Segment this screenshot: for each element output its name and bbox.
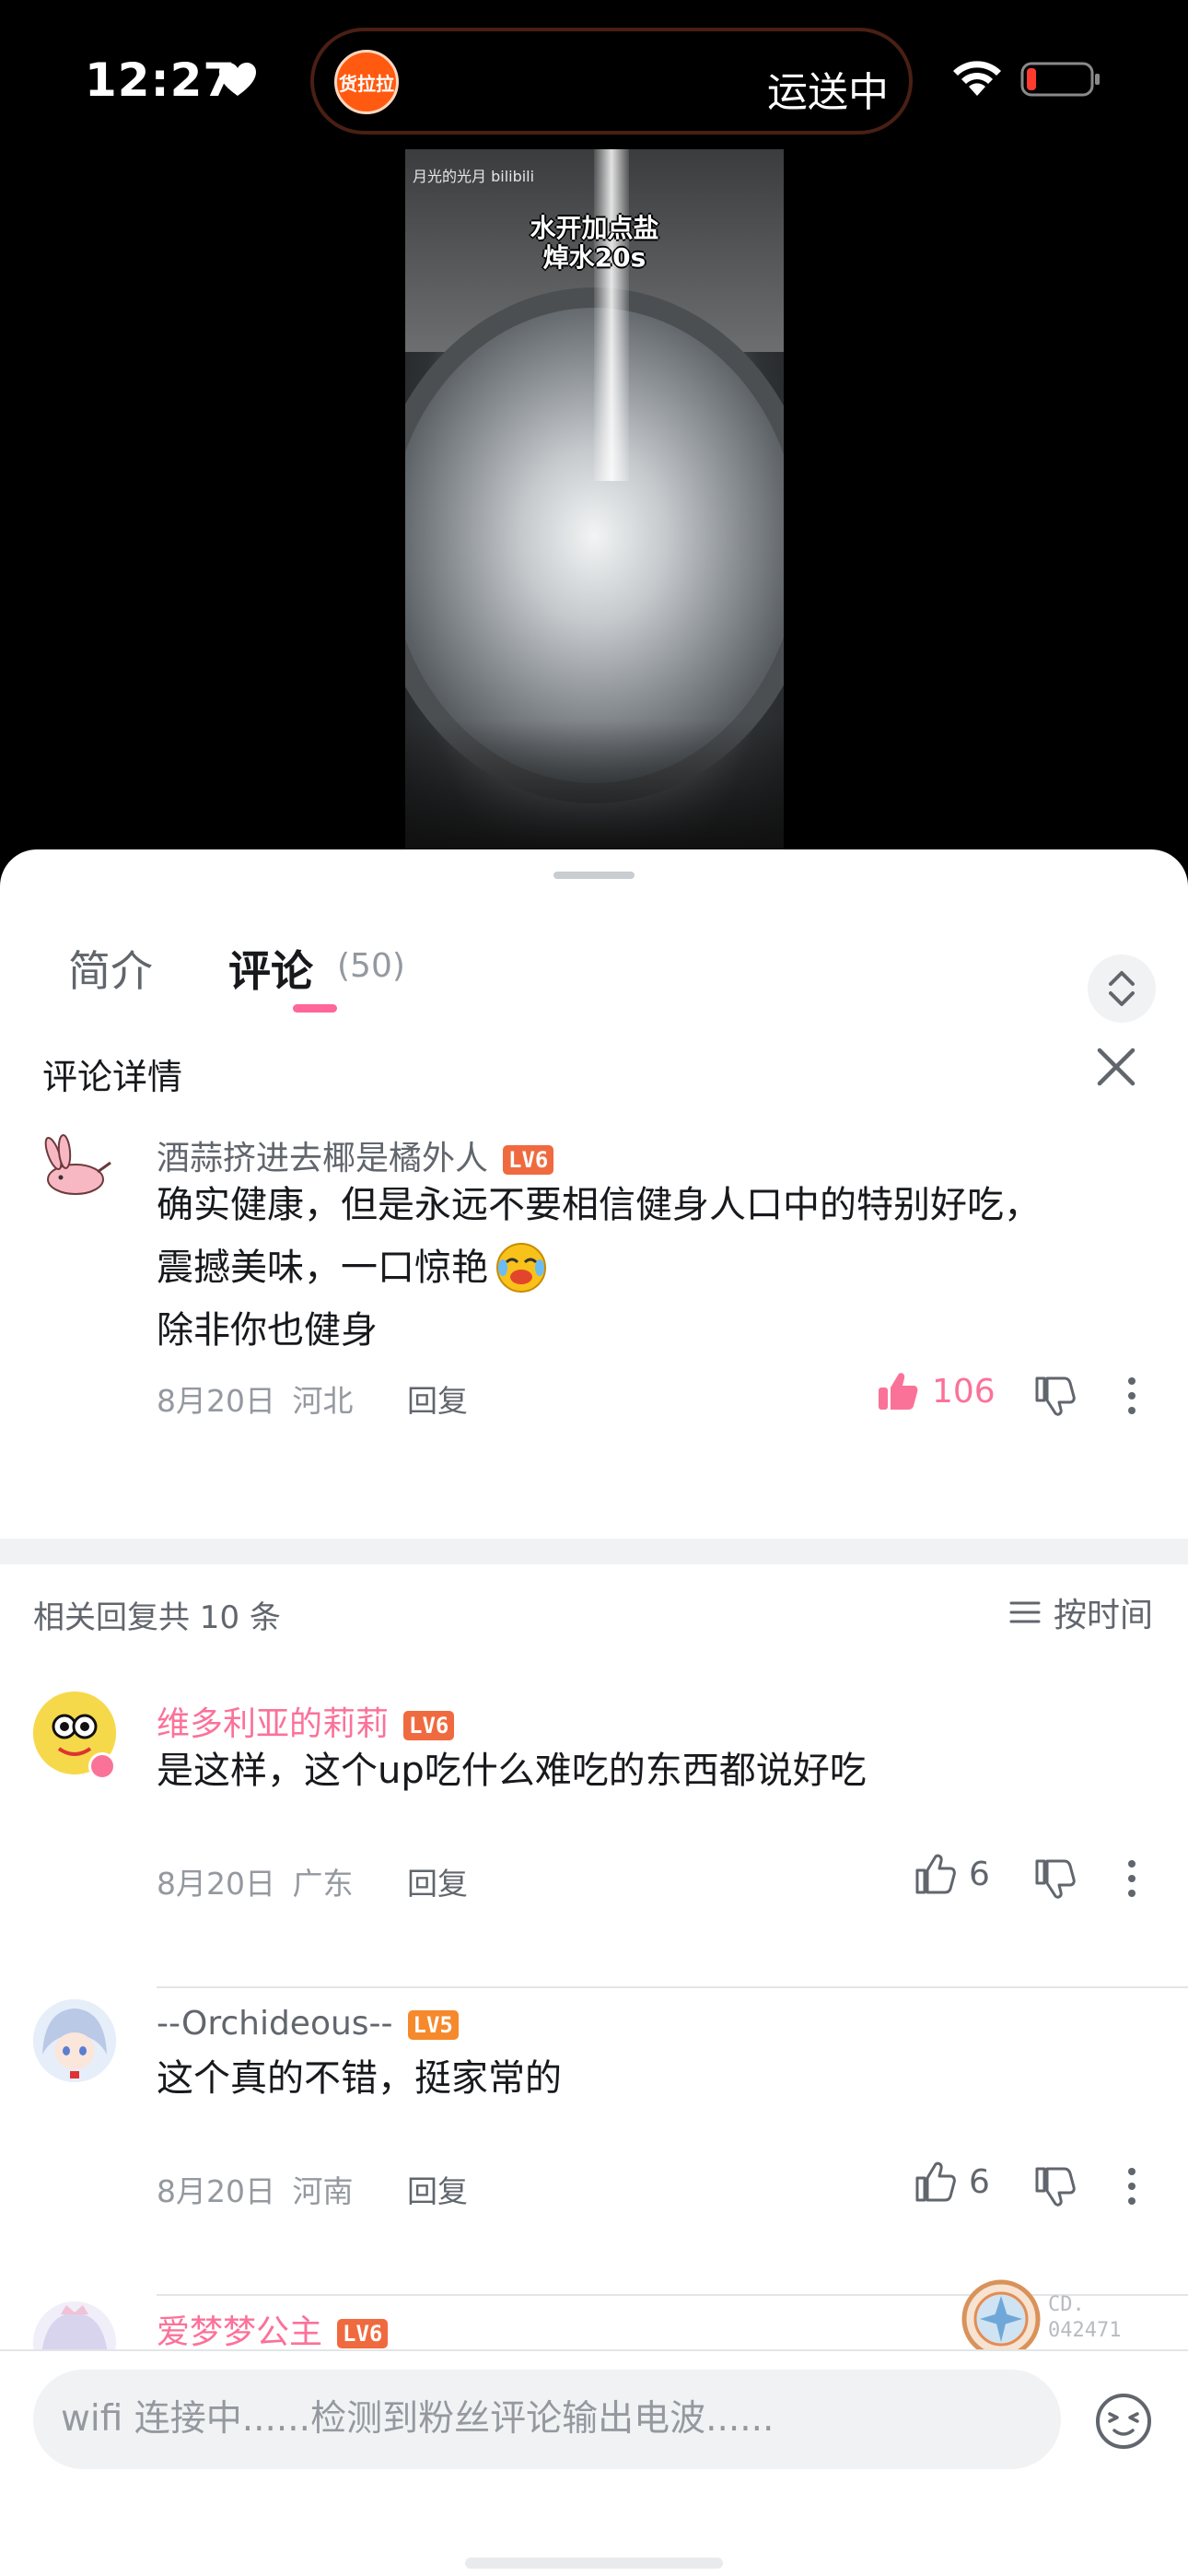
sort-button[interactable]: 按时间 <box>1009 1588 1153 1636</box>
video-water-stream <box>594 149 629 481</box>
thumbs-up-icon <box>915 2161 956 2202</box>
clock: 12:27 <box>85 53 237 107</box>
video-watermark: 月光的光月 bilibili <box>413 168 535 185</box>
reply-item: --Orchideous-- LV5 这个真的不错，挺家常的 8月20日 河南 回… <box>0 1999 1188 2303</box>
chevron-up-down-icon <box>1109 971 1135 1006</box>
like-button[interactable]: 6 <box>914 1854 990 1894</box>
delivery-status: 运送中 <box>767 69 889 116</box>
username-text: 酒蒜挤进去椰是橘外人 <box>157 1140 489 1177</box>
sheet-grabber[interactable] <box>553 872 635 879</box>
thumbs-down-icon[interactable] <box>1033 1375 1076 1417</box>
comment-date: 8月20日 <box>157 1383 275 1419</box>
username-text: 维多利亚的莉莉 <box>157 1705 390 1743</box>
fan-badge-line: CD. <box>1048 2293 1085 2316</box>
level-badge: LV6 <box>503 1145 554 1175</box>
level-badge: LV5 <box>407 2010 459 2040</box>
comment-input-bar: wifi 连接中......检测到粉丝评论输出电波...... <box>0 2349 1188 2576</box>
expand-button[interactable] <box>1088 954 1156 1023</box>
big-member-badge <box>88 1752 116 1780</box>
comment-meta: 8月20日 河南 回复 <box>157 2167 468 2211</box>
thumbs-up-filled-icon <box>879 1373 918 1410</box>
username[interactable]: --Orchideous-- LV5 <box>157 2005 459 2043</box>
like-count: 6 <box>969 1855 990 1893</box>
username-text: --Orchideous-- <box>157 2005 393 2043</box>
avatar[interactable] <box>33 1126 116 1209</box>
username[interactable]: 维多利亚的莉莉 LV6 <box>157 1697 455 1745</box>
comment-meta: 8月20日 河北 回复 <box>157 1376 468 1421</box>
reply-button[interactable]: 回复 <box>407 1866 468 1902</box>
more-options-icon[interactable] <box>1125 1375 1138 1417</box>
reply-button[interactable]: 回复 <box>407 2173 468 2209</box>
sort-label: 按时间 <box>1053 1597 1153 1634</box>
level-badge: LV6 <box>403 1711 455 1740</box>
comment-detail-header: 评论详情 <box>0 1025 1188 1117</box>
list-sort-icon <box>1009 1601 1041 1623</box>
close-icon[interactable] <box>1087 1037 1146 1096</box>
comment-meta: 8月20日 广东 回复 <box>157 1859 468 1903</box>
like-count: 6 <box>969 2162 990 2201</box>
username-text: 爱梦梦公主 <box>157 2313 323 2351</box>
tab-comments[interactable]: 评论 <box>228 938 313 999</box>
more-options-icon[interactable] <box>1125 2165 1138 2207</box>
reply-divider <box>157 1986 1188 1988</box>
reply-button[interactable]: 回复 <box>407 1383 468 1419</box>
thumbs-down-icon[interactable] <box>1033 2165 1076 2207</box>
video-caption-line: 水开加点盐 <box>530 213 659 243</box>
comment-line: 确实健康，但是永远不要相信健身人口中的特别好吃， <box>157 1184 1041 1226</box>
level-badge: LV6 <box>337 2319 389 2348</box>
huolala-app-icon: 货拉拉 <box>334 50 399 114</box>
home-indicator[interactable] <box>465 2558 723 2569</box>
comments-count: (50) <box>337 947 405 985</box>
crying-laugh-emoji-icon <box>496 1243 546 1293</box>
like-button[interactable]: 106 <box>877 1371 996 1411</box>
comment-line-text: 震撼美味，一口惊艳 <box>157 1247 488 1289</box>
video-caption-line: 焯水20s <box>542 242 646 273</box>
thumbs-up-icon <box>915 1854 956 1894</box>
video-player[interactable]: 月光的光月 bilibili 水开加点盐 焯水20s <box>405 149 784 849</box>
tab-bar: 简介 评论 (50) <box>0 905 1188 1023</box>
status-bar: 12:27 货拉拉 运送中 <box>0 0 1188 157</box>
reply-item: 维多利亚的莉莉 LV6 是这样，这个up吃什么难吃的东西都说好吃 8月20日 广东… <box>0 1692 1188 1996</box>
comment-input[interactable]: wifi 连接中......检测到粉丝评论输出电波...... <box>33 2370 1061 2469</box>
fan-badge-number: CD. 042471 <box>1048 2292 1121 2344</box>
thumbs-down-icon[interactable] <box>1033 1857 1076 1900</box>
comment-location: 广东 <box>292 1866 354 1902</box>
comment-date: 8月20日 <box>157 1866 275 1902</box>
wifi-icon <box>953 61 1001 96</box>
anime-girl-avatar-icon <box>33 1999 116 2082</box>
emoji-icon[interactable] <box>1094 2392 1153 2451</box>
comment-line: 除非你也健身 <box>157 1309 378 1352</box>
video-stove <box>405 720 784 849</box>
username[interactable]: 爱梦梦公主 LV6 <box>157 2305 389 2353</box>
rabbit-avatar-icon <box>44 1134 111 1195</box>
comment-date: 8月20日 <box>157 2173 275 2209</box>
like-button[interactable]: 6 <box>914 2161 990 2202</box>
comment-text: 确实健康，但是永远不要相信健身人口中的特别好吃， 震撼美味，一口惊艳 除非你也健… <box>157 1174 1041 1362</box>
avatar[interactable] <box>33 1999 116 2082</box>
comment-location: 河北 <box>292 1383 354 1419</box>
replies-count: 相关回复共 10 条 <box>33 1599 281 1636</box>
comment-detail-title: 评论详情 <box>42 1057 183 1097</box>
comment-text: 是这样，这个up吃什么难吃的东西都说好吃 <box>157 1750 867 1792</box>
comment-location: 河南 <box>292 2173 354 2209</box>
heart-icon <box>219 63 256 96</box>
island-app-label: 货拉拉 <box>339 72 394 95</box>
fan-badge-line: 042471 <box>1048 2319 1122 2342</box>
like-count: 106 <box>932 1372 996 1411</box>
comment-sheet: 简介 评论 (50) 评论详情 酒蒜挤进去椰是橘外人 LV6 确实健康，但是永远… <box>0 849 1188 2576</box>
video-caption: 水开加点盐 焯水20s <box>405 214 784 273</box>
tab-intro[interactable]: 简介 <box>68 938 153 999</box>
replies-header: 相关回复共 10 条 按时间 <box>0 1564 1188 1657</box>
battery-icon <box>1020 62 1100 97</box>
section-divider <box>0 1539 1188 1564</box>
main-comment: 酒蒜挤进去椰是橘外人 LV6 确实健康，但是永远不要相信健身人口中的特别好吃， 震… <box>0 1126 1188 1531</box>
dynamic-island[interactable]: 货拉拉 运送中 <box>310 28 913 135</box>
username[interactable]: 酒蒜挤进去椰是橘外人 LV6 <box>157 1131 554 1179</box>
more-options-icon[interactable] <box>1125 1857 1138 1900</box>
tab-active-indicator <box>293 1004 337 1013</box>
comment-line: 震撼美味，一口惊艳 <box>157 1236 1041 1299</box>
comment-text: 这个真的不错，挺家常的 <box>157 2057 562 2100</box>
